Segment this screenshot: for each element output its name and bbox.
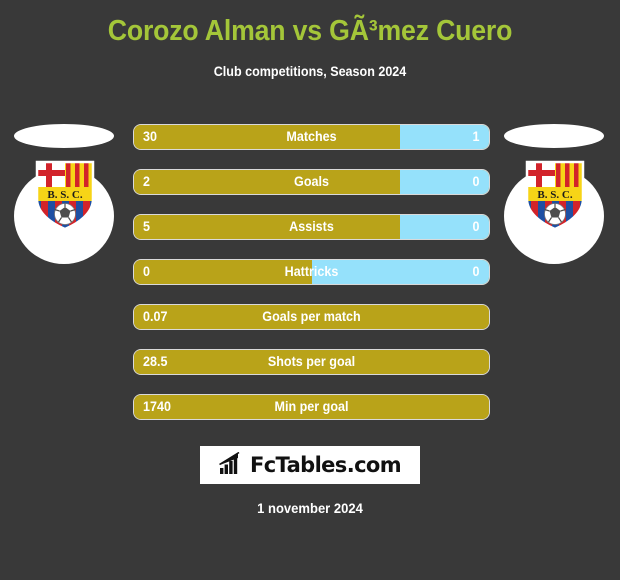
stat-row: 0.07 Goals per match xyxy=(134,305,489,329)
stat-label: Goals xyxy=(294,174,329,189)
stat-label: Shots per goal xyxy=(267,354,356,369)
page-subtitle: Club competitions, Season 2024 xyxy=(213,64,407,79)
svg-text:B. S. C.: B. S. C. xyxy=(47,189,82,201)
stat-label: Assists xyxy=(289,219,334,234)
stat-label: Matches xyxy=(286,129,337,144)
stat-label: Goals per match xyxy=(262,309,361,324)
stat-label: Hattricks xyxy=(284,264,339,279)
stat-row: 2 Goals 0 xyxy=(134,170,489,194)
stat-row: 28.5 Shots per goal xyxy=(134,350,489,374)
header: Corozo Alman vs GÃ³mez Cuero Club compet… xyxy=(0,0,620,79)
barcelona-sc-crest-icon-left: B. S. C. xyxy=(33,159,97,231)
fctables-brand-text: FcTables.com xyxy=(249,453,402,477)
stat-row: 30 Matches 1 xyxy=(134,125,489,149)
crest-highlight-ellipse-right xyxy=(504,124,604,148)
team-crest-left: B. S. C. xyxy=(10,120,120,270)
svg-text:B. S. C.: B. S. C. xyxy=(537,189,572,201)
team-crest-right: B. S. C. xyxy=(500,120,610,270)
stat-value-right: 0 xyxy=(473,264,480,279)
page-title: Corozo Alman vs GÃ³mez Cuero xyxy=(107,15,513,47)
report-date: 1 november 2024 xyxy=(257,500,363,516)
stat-label: Min per goal xyxy=(274,399,349,414)
stat-row: 0 Hattricks 0 xyxy=(134,260,489,284)
stat-row: 5 Assists 0 xyxy=(134,215,489,239)
fctables-watermark: FcTables.com xyxy=(200,446,420,484)
stat-value-right: 0 xyxy=(473,174,480,189)
barcelona-sc-crest-icon-right: B. S. C. xyxy=(523,159,587,231)
stat-value-right: 0 xyxy=(473,219,480,234)
stat-row: 1740 Min per goal xyxy=(134,395,489,419)
bar-chart-icon xyxy=(219,451,245,479)
stats-comparison-list: 30 Matches 1 2 Goals 0 5 Assists 0 0 Hattricks 0 0.0… xyxy=(134,125,489,440)
crest-highlight-ellipse-left xyxy=(14,124,114,148)
stat-value-right: 1 xyxy=(473,129,480,144)
